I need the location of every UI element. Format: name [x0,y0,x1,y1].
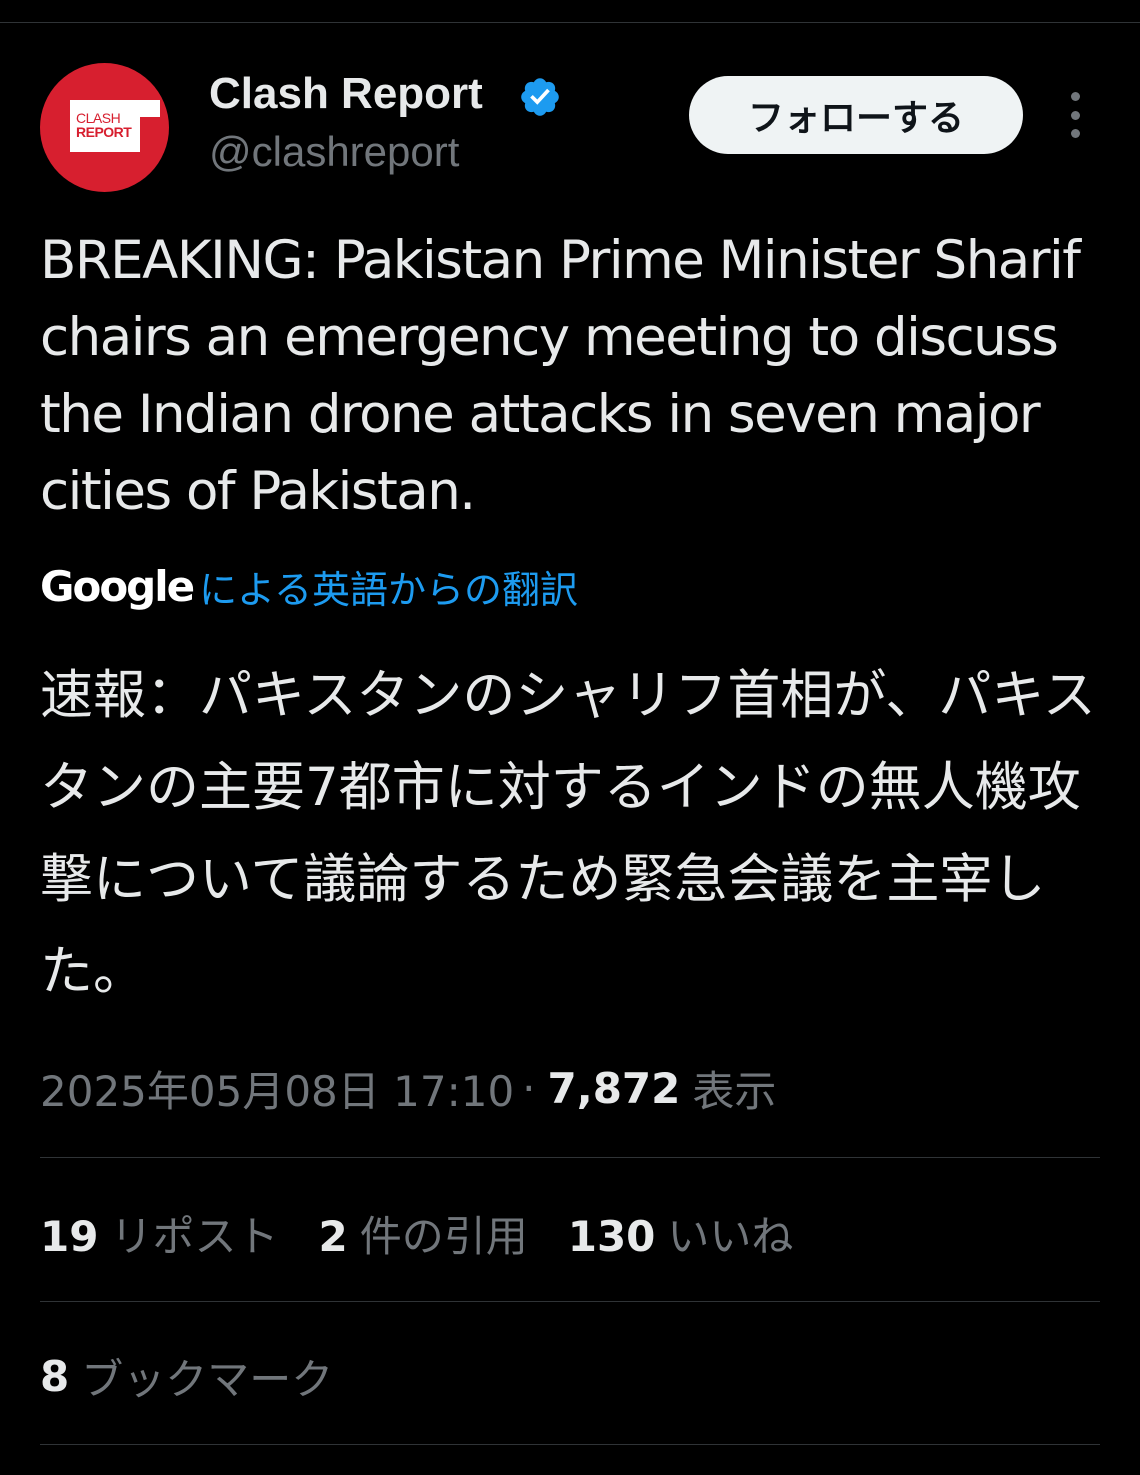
reposts-label: リポスト [110,1211,279,1261]
views-label: 表示 [692,1066,777,1116]
tweet-text: BREAKING: Pakistan Prime Minister Sharif… [40,230,1081,522]
likes-label: いいね [667,1211,794,1261]
divider [40,1157,1100,1158]
likes-stat[interactable]: 130 いいね [568,1203,794,1264]
avatar-logo-notch [140,100,160,117]
timestamp[interactable]: 2025年05月08日 17:10 [40,1058,514,1119]
more-dot [1070,92,1080,101]
bookmarks-count: 8 [40,1351,70,1401]
tweet-meta: 2025年05月08日 17:10 · 7,872 表示 [40,1058,776,1118]
divider [40,1444,1100,1445]
avatar[interactable]: CLASH REPORT [40,63,169,192]
quotes-label: 件の引用 [359,1211,528,1261]
handle[interactable]: @clashreport [209,126,459,178]
translation-link[interactable]: による英語からの翻訳 [199,559,578,614]
quotes-stat[interactable]: 2 件の引用 [318,1203,527,1264]
likes-count: 130 [567,1211,656,1261]
verified-badge-icon [521,78,559,116]
display-name[interactable]: Clash Report [209,68,483,120]
more-dot [1070,110,1080,120]
quotes-count: 2 [318,1211,348,1261]
avatar-logo-clash: CLASH [76,110,121,126]
bookmarks-label: ブックマーク [81,1354,334,1404]
avatar-logo-report: REPORT [76,124,132,140]
google-logo: Google [40,561,195,611]
translation-attribution: Google による英語からの翻訳 [40,558,578,614]
bookmarks-stat[interactable]: 8 ブックマーク [40,1345,333,1407]
top-divider [0,22,1140,23]
reposts-count: 19 [40,1211,99,1261]
meta-separator: · [522,1063,536,1113]
reposts-stat[interactable]: 19 リポスト [40,1203,278,1264]
translated-text: 速報：パキスタンのシャリフ首相が、パキスタンの主要7都市に対するインドの無人機攻… [40,665,1096,1002]
engagement-stats: 19 リポスト 2 件の引用 130 いいね [40,1202,833,1264]
follow-button[interactable]: フォローする [689,76,1023,154]
more-dot [1070,129,1080,138]
views-count: 7,872 [547,1063,681,1113]
more-vertical-icon[interactable] [1060,92,1090,138]
divider [40,1301,1100,1302]
